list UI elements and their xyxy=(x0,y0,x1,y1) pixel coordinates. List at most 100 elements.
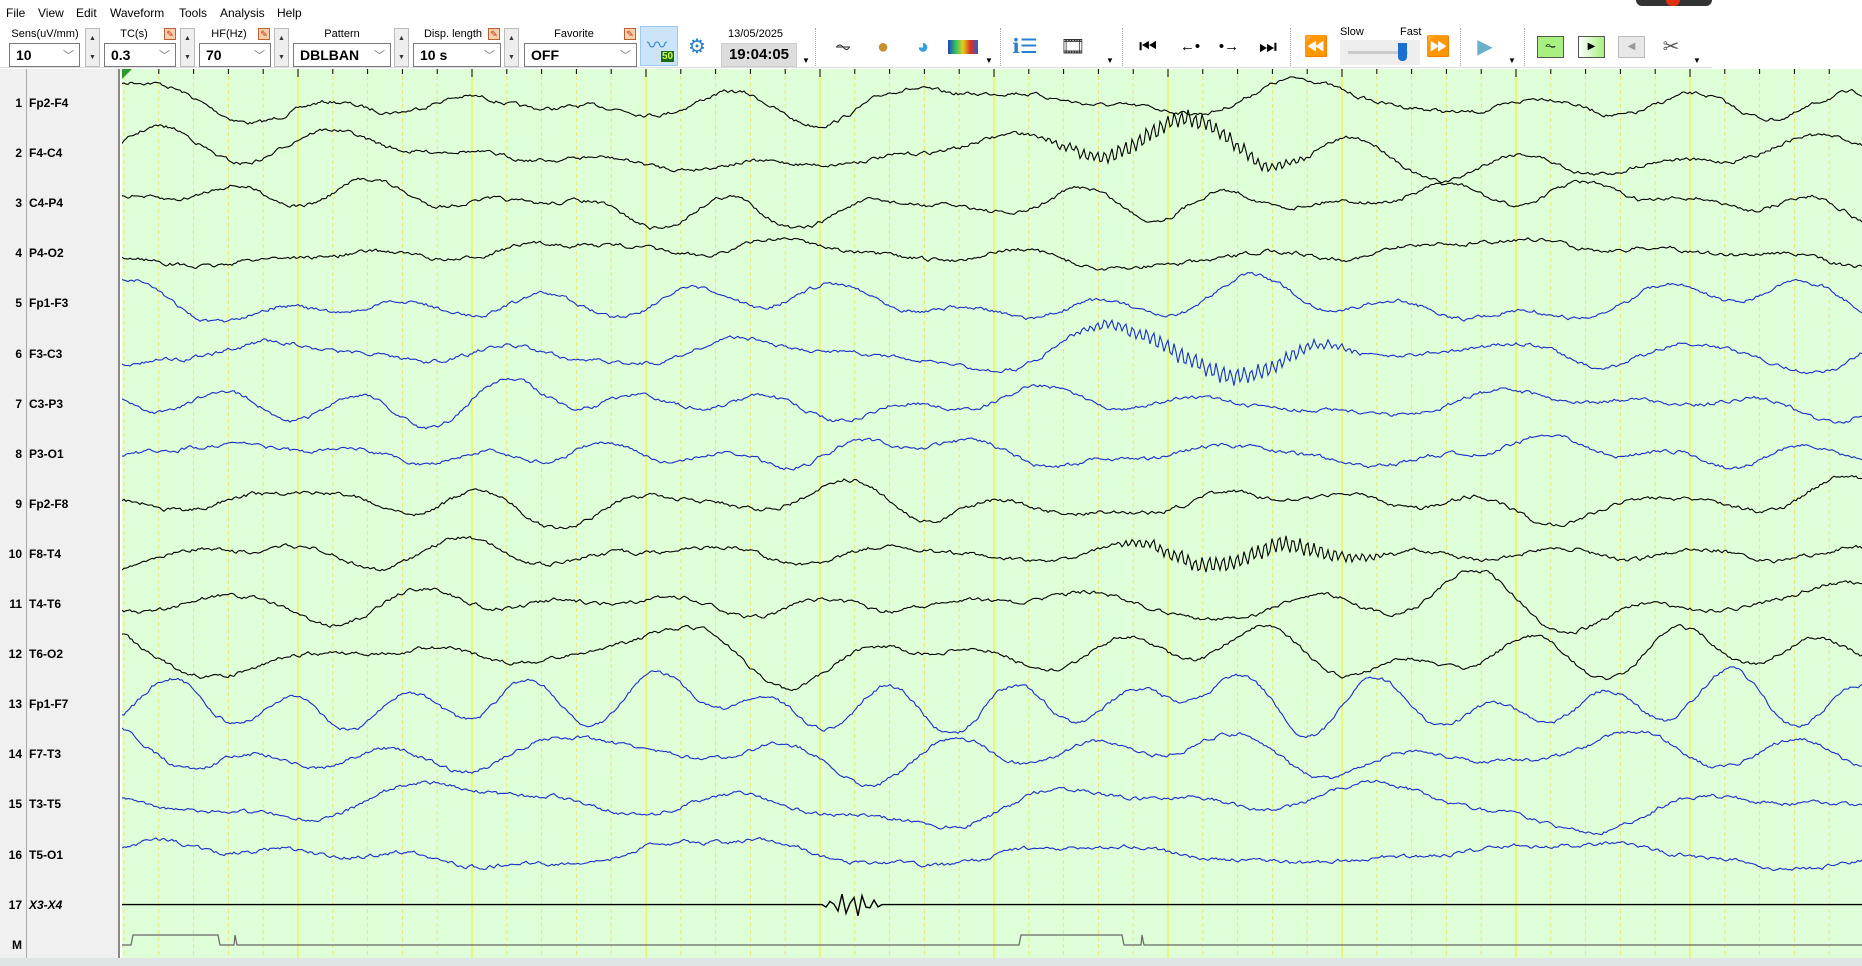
pencil-icon[interactable]: ✎ xyxy=(488,28,500,40)
channel-name: Fp1-F3 xyxy=(29,296,69,311)
play-icon[interactable]: ▶ xyxy=(1470,32,1500,62)
favorite-label: Favorite xyxy=(554,28,594,40)
dropdown-arrow-icon[interactable]: ▼ xyxy=(1106,56,1114,65)
montage-settings-icon[interactable]: ⚙ xyxy=(682,32,712,62)
channel-number: 2 xyxy=(15,146,22,161)
tc-value: 0.3 xyxy=(111,47,131,63)
eeg-waveform-area[interactable] xyxy=(121,69,1862,958)
eeg-traces xyxy=(121,69,1862,958)
channel-name: P3-O1 xyxy=(29,446,64,461)
channel-number: 12 xyxy=(8,647,22,662)
topography-icon[interactable]: ◕ xyxy=(908,32,938,62)
sens-label: Sens(uV/mm) xyxy=(11,28,79,40)
time-display[interactable]: 19:04:05 xyxy=(721,43,797,67)
hf-value: 70 xyxy=(206,47,222,63)
chevron-down-icon: ﹀ xyxy=(159,50,170,62)
pencil-icon[interactable]: ✎ xyxy=(624,28,636,40)
waveform-icon[interactable]: ⏦ xyxy=(828,32,858,62)
rewind-icon[interactable]: ⏪ xyxy=(1301,32,1331,62)
dropdown-arrow-icon[interactable]: ▼ xyxy=(1508,56,1516,65)
menu-view[interactable]: View xyxy=(38,6,64,20)
go-end-icon[interactable]: ⏭ xyxy=(1253,32,1283,62)
channel-name: Fp1-F7 xyxy=(29,697,69,712)
pencil-icon[interactable]: ✎ xyxy=(164,28,176,40)
channel-name: F8-T4 xyxy=(29,546,62,561)
hf-select[interactable]: 70 ﹀ xyxy=(199,43,271,67)
go-start-icon[interactable]: ⏮ xyxy=(1133,32,1163,62)
speed-slider[interactable] xyxy=(1340,40,1420,65)
menu-edit[interactable]: Edit xyxy=(76,6,97,20)
disp-length-select[interactable]: 10 s ﹀ xyxy=(413,43,501,67)
tc-select[interactable]: 0.3 ﹀ xyxy=(104,43,176,67)
event-waveform-icon[interactable]: ⏦ xyxy=(1537,36,1564,58)
step-back-icon[interactable]: ←• xyxy=(1175,32,1205,62)
menu-analysis[interactable]: Analysis xyxy=(220,6,265,20)
chevron-down-icon: ﹀ xyxy=(254,50,265,62)
channel-number: 8 xyxy=(15,446,22,461)
trace-f7-t3 xyxy=(121,727,1862,788)
disp-length-label: Disp. length xyxy=(423,28,483,40)
channel-name: T6-O2 xyxy=(29,647,64,662)
marker-trace xyxy=(122,934,1862,946)
trace-f3-c3 xyxy=(121,318,1862,386)
menu-bar: File View Edit Waveform Tools Analysis H… xyxy=(0,0,1862,24)
patient-info-icon[interactable]: ℹ☰ xyxy=(1010,32,1040,62)
trace-c4-p4 xyxy=(121,177,1862,231)
channel-number: 4 xyxy=(15,246,22,261)
channel-number: 16 xyxy=(8,847,22,862)
pencil-icon[interactable]: ✎ xyxy=(258,28,270,40)
channel-name: X3-X4 xyxy=(29,897,63,912)
chevron-down-icon: ﹀ xyxy=(484,50,495,62)
pattern-select[interactable]: DBLBAN ﹀ xyxy=(293,43,391,67)
channel-labels-panel: 1 Fp2-F4 2 F4-C4 3 C4-P4 4 P4-O2 5 Fp1-F3 6 F3-C3 7 C… xyxy=(0,69,120,958)
dropdown-arrow-icon[interactable]: ▼ xyxy=(985,56,993,65)
record-indicator xyxy=(1636,0,1712,6)
pattern-value: DBLBAN xyxy=(300,47,360,63)
tc-label: TC(s) xyxy=(120,28,148,40)
pattern-spinner[interactable]: ▲ ▼ xyxy=(394,28,409,67)
sens-select[interactable]: 10 ﹀ xyxy=(9,43,80,67)
fast-forward-icon[interactable]: ⏩ xyxy=(1423,32,1453,62)
menu-waveform[interactable]: Waveform xyxy=(110,6,164,20)
head-map-icon[interactable]: ● xyxy=(868,32,898,62)
channel-number: 5 xyxy=(15,296,22,311)
notch-filter-button[interactable]: 〰 50 xyxy=(640,26,678,66)
favorite-select[interactable]: OFF ﹀ xyxy=(524,43,637,67)
channel-name: T5-O1 xyxy=(29,847,64,862)
trace-t3-t5 xyxy=(121,779,1862,836)
next-event-icon[interactable]: ▶ xyxy=(1578,36,1605,58)
hf-spinner[interactable]: ▲ ▼ xyxy=(274,28,289,67)
video-icon[interactable]: 🎞 xyxy=(1058,32,1088,62)
step-forward-icon[interactable]: •→ xyxy=(1214,32,1244,62)
sens-spinner[interactable]: ▲ ▼ xyxy=(85,28,100,67)
tc-spinner[interactable]: ▲ ▼ xyxy=(180,28,195,67)
dropdown-arrow-icon[interactable]: ▼ xyxy=(1693,56,1701,65)
spectrum-icon[interactable] xyxy=(948,40,978,54)
disp-length-spinner[interactable]: ▲ ▼ xyxy=(504,28,519,67)
toolbar: Sens(uV/mm) 10 ﹀ ▲ ▼ TC(s) ✎ 0.3 ﹀ ▲ ▼ HF(Hz… xyxy=(0,24,1712,68)
channel-number: 10 xyxy=(8,546,22,561)
menu-file[interactable]: File xyxy=(6,6,25,20)
dropdown-arrow-icon[interactable]: ▼ xyxy=(802,56,810,65)
speed-slider-thumb[interactable] xyxy=(1398,43,1407,61)
clip-scissors-icon[interactable]: ✂ xyxy=(1656,32,1686,62)
favorite-value: OFF xyxy=(531,47,559,63)
hf-label: HF(Hz) xyxy=(211,28,247,40)
trace-c3-p3 xyxy=(121,377,1862,430)
channel-number: 1 xyxy=(15,96,22,110)
channel-name: C4-P4 xyxy=(29,196,64,211)
disp-length-value: 10 s xyxy=(420,47,448,63)
start-marker-icon xyxy=(122,69,132,79)
trace-f4-c4 xyxy=(121,109,1862,184)
menu-tools[interactable]: Tools xyxy=(179,6,207,20)
trace-fp2-f4 xyxy=(121,76,1862,129)
menu-help[interactable]: Help xyxy=(277,6,302,20)
trace-t5-o1 xyxy=(121,836,1862,872)
channel-number: 14 xyxy=(8,747,22,762)
prev-event-icon[interactable]: ◀ xyxy=(1618,36,1645,58)
channel-name: T3-T5 xyxy=(29,797,62,812)
chevron-down-icon: ﹀ xyxy=(63,50,74,62)
chevron-down-icon: ﹀ xyxy=(374,50,385,62)
trace-t6-o2 xyxy=(122,623,1862,692)
speed-fast-label: Fast xyxy=(1400,26,1422,38)
